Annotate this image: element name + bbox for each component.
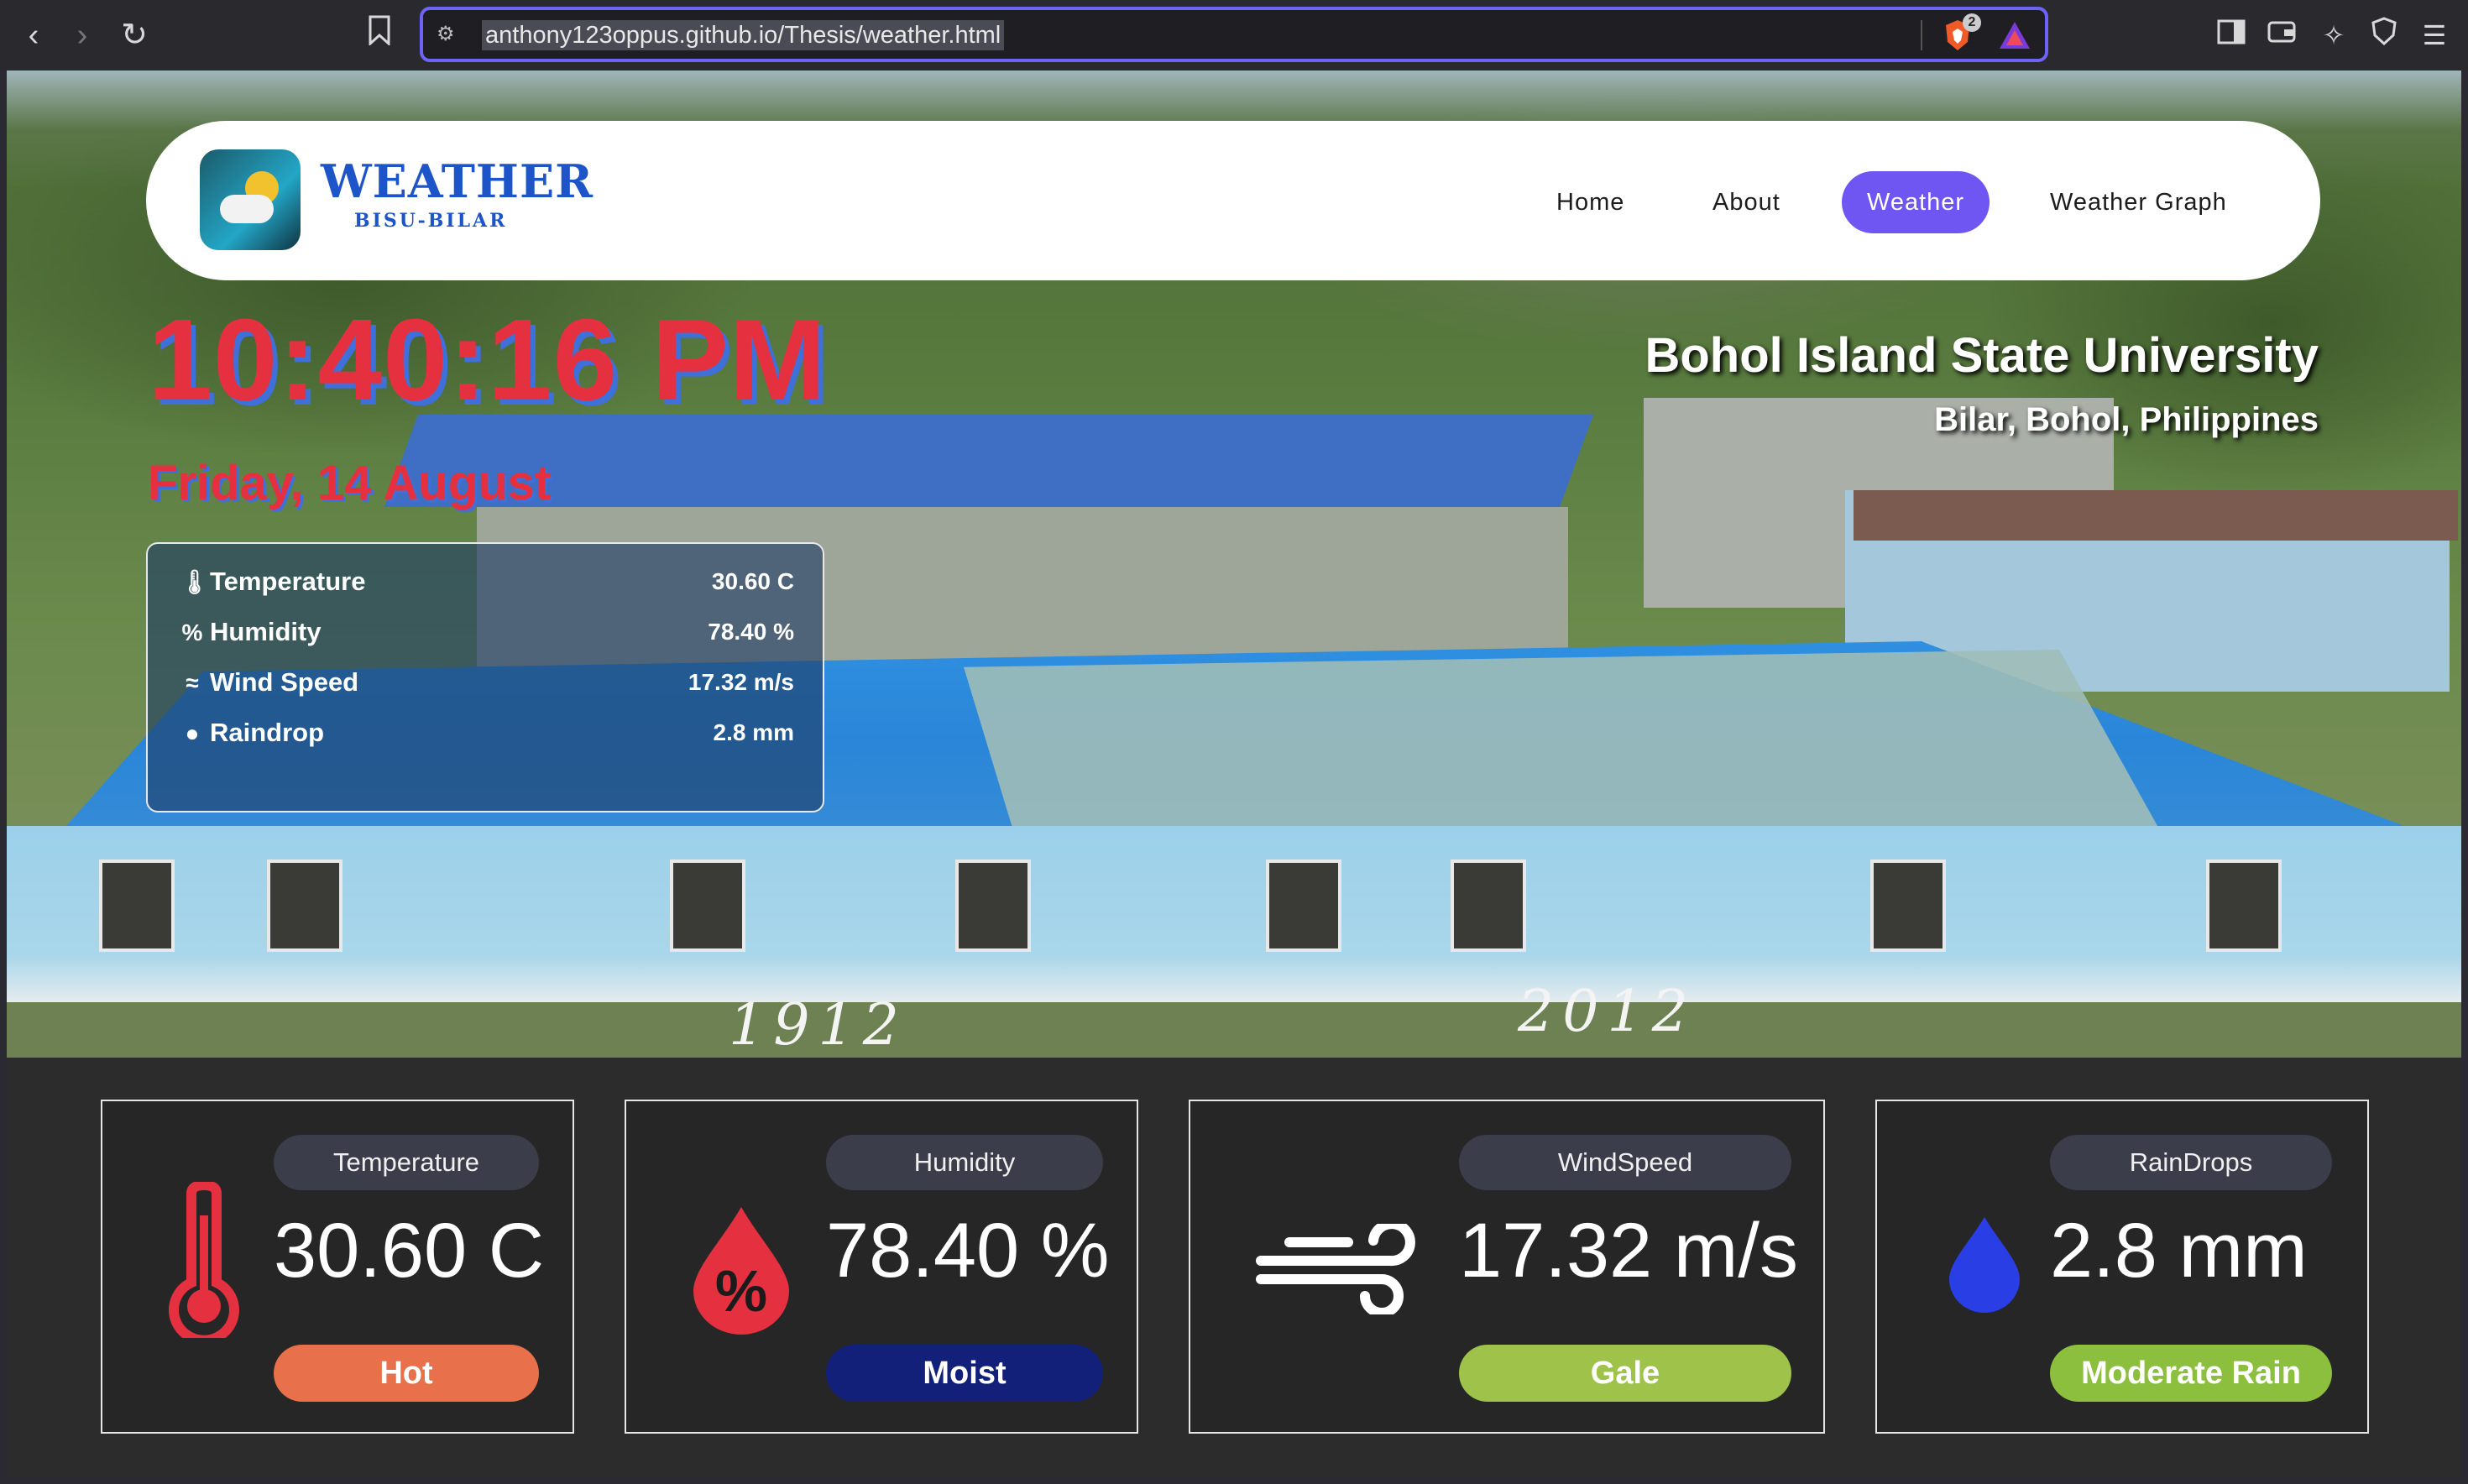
background-building-right-roof [1854,490,2458,541]
building-window [1266,860,1341,952]
summary-value: 17.32 m/s [688,669,794,695]
thermometer-icon: 🌡︎ [180,569,210,595]
card-windspeed: WindSpeed 17.32 m/s Gale [1189,1100,1825,1434]
card-title: WindSpeed [1459,1135,1791,1190]
leo-ai-icon[interactable]: ✧ [2315,17,2352,54]
year-marker-left: 1912 [729,992,908,1058]
brave-rewards-icon[interactable] [1998,20,2031,50]
logo-title[interactable]: WEATHER [321,154,593,208]
forward-icon[interactable]: › [62,15,102,55]
card-status: Hot [274,1345,539,1402]
vpn-shield-icon[interactable] [2366,17,2403,54]
summary-row-raindrop: ● Raindrop 2.8 mm [180,712,794,754]
humidity-icon: % [181,619,203,645]
card-temperature: Temperature 30.60 C Hot [101,1100,574,1434]
summary-row-wind-speed: ≈ Wind Speed 17.32 m/s [180,661,794,703]
wallet-icon[interactable] [2263,17,2300,54]
summary-value: 2.8 mm [713,719,795,745]
building-window [267,860,342,952]
card-value: 30.60 C [274,1208,545,1293]
nav-weather-graph[interactable]: Weather Graph [2025,171,2252,233]
nav-weather[interactable]: Weather [1842,171,1990,233]
site-settings-icon[interactable]: ⚙ [437,22,462,47]
summary-label: Temperature [210,567,366,596]
card-title: RainDrops [2050,1135,2332,1190]
card-title: Temperature [274,1135,539,1190]
wind-icon [1256,1224,1415,1314]
card-raindrops: RainDrops 2.8 mm Moderate Rain [1875,1100,2369,1434]
web-page: 1912 2012 WEATHER BISU-BILAR Home About … [7,71,2461,1477]
card-humidity: Humidity % 78.40 % Moist [625,1100,1138,1434]
weather-summary-panel: 🌡︎Temperature 30.60 C % Humidity 78.40 % … [146,542,824,813]
card-status: Gale [1459,1345,1791,1402]
humidity-icon: % [693,1207,789,1335]
summary-label: Wind Speed [210,667,359,697]
raindrop-icon: ● [185,720,200,746]
navbar: WEATHER BISU-BILAR Home About Weather We… [146,121,2320,280]
summary-value: 78.40 % [708,619,794,645]
university-location: Bilar, Bohol, Philippines [1934,401,2319,438]
card-title: Humidity [826,1135,1103,1190]
summary-row-humidity: % Humidity 78.40 % [180,611,794,653]
wind-icon: ≈ [186,670,199,696]
nav-home[interactable]: Home [1531,171,1650,233]
summary-label: Raindrop [210,718,325,747]
ground [7,1002,2461,1058]
nav-about[interactable]: About [1687,171,1806,233]
card-status: Moderate Rain [2050,1345,2332,1402]
building-window [2206,860,2282,952]
logo-subtitle: BISU-BILAR [354,210,508,232]
shield-count-badge: 2 [1963,13,1981,32]
reload-icon[interactable]: ↻ [114,15,154,55]
university-name: Bohol Island State University [1644,328,2319,383]
sidebar-icon[interactable] [2213,17,2250,54]
building-window [1870,860,1946,952]
address-bar-divider [1921,20,1922,50]
bookmark-icon[interactable] [359,15,400,55]
cloud-icon [220,195,274,223]
back-icon[interactable]: ‹ [13,15,54,55]
summary-row-temperature: 🌡︎Temperature 30.60 C [180,561,794,603]
summary-label: Humidity [210,617,322,646]
clock-date: Friday, 14 August [148,456,552,510]
svg-text:%: % [715,1258,767,1324]
building-window [955,860,1031,952]
clock-time: 10:40:16 PM [148,295,827,425]
building-window [1451,860,1526,952]
building-window [670,860,745,952]
card-value: 78.40 % [826,1208,1110,1293]
building-window [99,860,175,952]
card-value: 17.32 m/s [1459,1208,1798,1293]
raindrop-icon [1949,1217,2020,1313]
address-bar[interactable]: ⚙ anthony123oppus.github.io/Thesis/weath… [420,7,2048,62]
summary-value: 30.60 C [711,568,794,594]
year-marker-right: 2012 [1518,979,1697,1045]
thermometer-icon [169,1182,239,1338]
menu-icon[interactable]: ☰ [2416,17,2453,54]
card-value: 2.8 mm [2050,1208,2308,1293]
url-text[interactable]: anthony123oppus.github.io/Thesis/weather… [482,20,1005,50]
background-building-roof [384,415,1594,507]
main-building [7,826,2461,1011]
card-status: Moist [826,1345,1103,1402]
browser-toolbar: ‹ › ↻ ⚙ anthony123oppus.github.io/Thesis… [0,0,2468,71]
logo-icon[interactable] [200,149,301,250]
